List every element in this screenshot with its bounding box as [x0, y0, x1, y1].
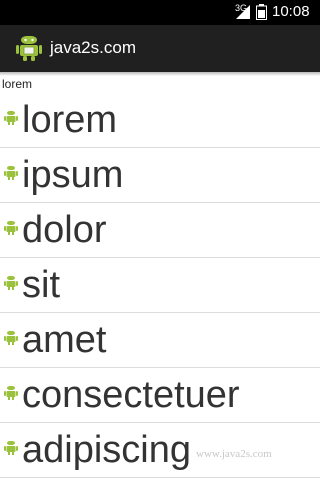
app-title: java2s.com	[50, 38, 136, 57]
status-bar: 3G 10:08	[0, 0, 320, 25]
list-item-label: consectetuer	[22, 374, 240, 416]
list-item[interactable]: ipsum	[0, 148, 320, 203]
list-view[interactable]: lorem ipsum dolor sit amet consectetuer …	[0, 93, 320, 478]
android-icon	[4, 111, 18, 125]
list-item[interactable]: sit	[0, 258, 320, 313]
list-item[interactable]: dolor	[0, 203, 320, 258]
android-icon	[4, 166, 18, 180]
action-bar: java2s.com	[0, 25, 320, 73]
battery-icon	[256, 4, 267, 20]
android-icon	[4, 276, 18, 290]
list-item[interactable]: adipiscing	[0, 423, 320, 478]
android-icon	[4, 221, 18, 235]
selection-text: lorem	[2, 77, 33, 91]
list-item[interactable]: amet	[0, 313, 320, 368]
android-icon	[4, 441, 18, 455]
list-item-label: adipiscing	[22, 429, 191, 471]
list-item[interactable]: consectetuer	[0, 368, 320, 423]
list-item[interactable]: lorem	[0, 93, 320, 148]
list-item-label: dolor	[22, 209, 107, 251]
android-icon	[4, 331, 18, 345]
list-item-label: ipsum	[22, 154, 124, 196]
action-bar-shadow	[0, 72, 320, 76]
list-item-label: amet	[22, 319, 107, 361]
android-robot-icon[interactable]	[14, 33, 44, 63]
watermark: www.java2s.com	[196, 448, 272, 460]
list-item-label: lorem	[22, 99, 118, 141]
list-item-label: sit	[22, 264, 60, 306]
signal-strength-icon	[236, 5, 250, 19]
android-icon	[4, 386, 18, 400]
status-clock: 10:08	[272, 3, 310, 20]
